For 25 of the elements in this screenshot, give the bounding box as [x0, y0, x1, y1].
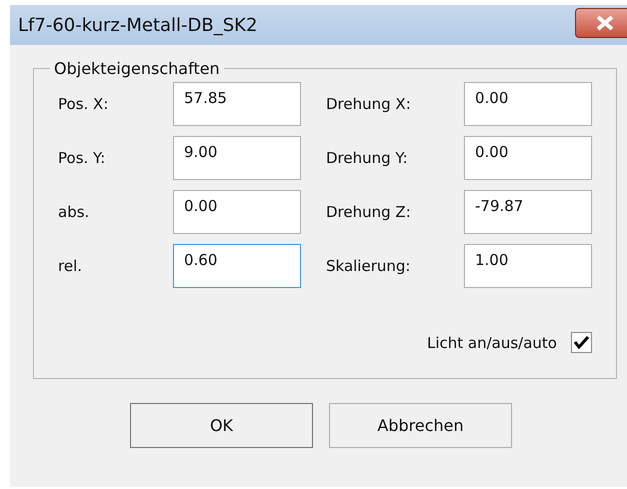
- input-field[interactable]: 0.00: [173, 190, 301, 234]
- window-title: Lf7-60-kurz-Metall-DB_SK2: [18, 14, 258, 36]
- field-label: Pos. X:: [58, 95, 110, 113]
- group-title: Objekteigenschaften: [53, 59, 221, 78]
- field-label: Skalierung:: [325, 257, 412, 275]
- input-field[interactable]: 9.00: [173, 136, 301, 180]
- input-field[interactable]: 0.00: [464, 136, 592, 180]
- field-label: abs.: [58, 203, 90, 221]
- checkbox[interactable]: [571, 332, 592, 353]
- field-label: rel.: [58, 257, 84, 275]
- field-label: Drehung Y:: [325, 149, 409, 167]
- input-field[interactable]: 0.60: [173, 244, 301, 288]
- field-label: Pos. Y:: [58, 149, 106, 167]
- close-icon: [595, 15, 615, 31]
- input-field[interactable]: 1.00: [464, 244, 592, 288]
- input-field[interactable]: 0.00: [464, 82, 592, 126]
- field-label: Drehung Z:: [325, 203, 412, 221]
- input-field[interactable]: -79.87: [464, 190, 592, 234]
- ok-button[interactable]: OK: [130, 403, 313, 448]
- field-label: Drehung X:: [325, 95, 412, 113]
- checkmark-icon: [574, 336, 589, 349]
- cancel-button[interactable]: Abbrechen: [329, 403, 512, 448]
- close-button[interactable]: [575, 8, 627, 38]
- checkbox-label: Licht an/aus/auto: [426, 334, 557, 352]
- input-field[interactable]: 57.85: [173, 82, 301, 126]
